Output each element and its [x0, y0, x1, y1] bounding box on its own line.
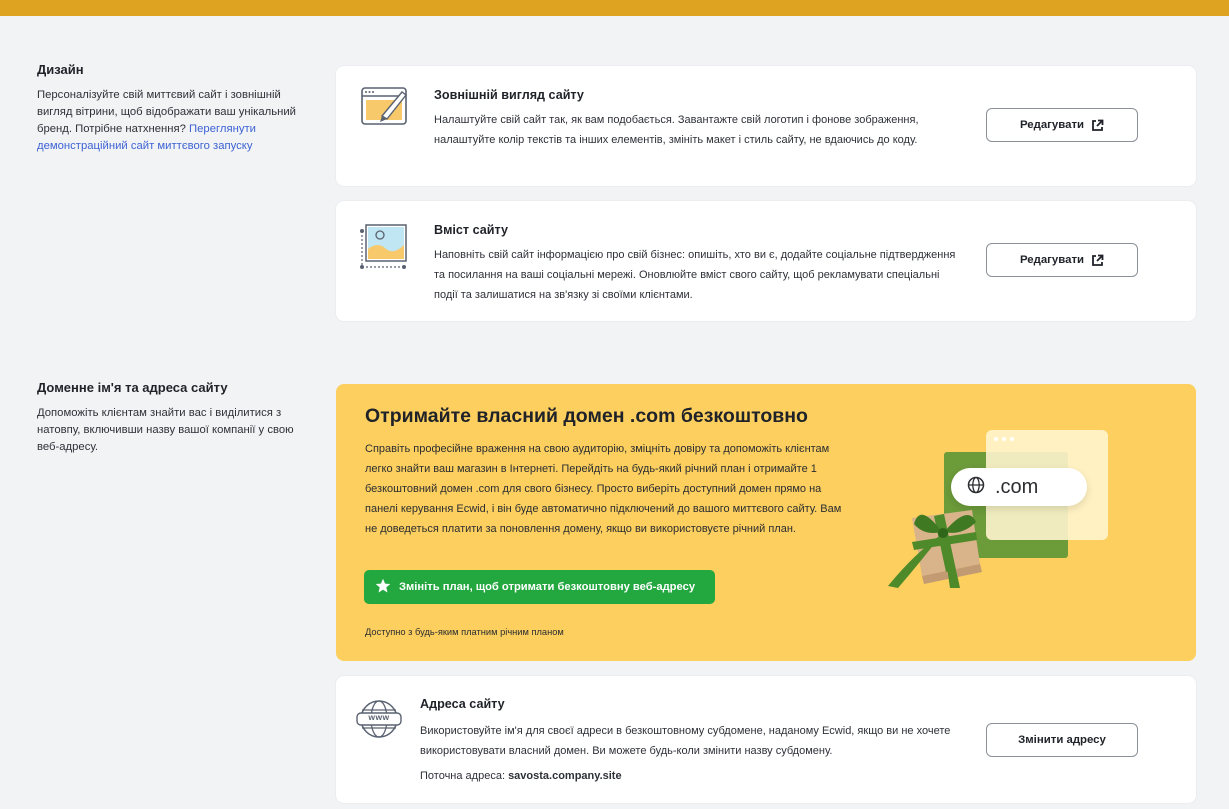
gift-box-icon [884, 492, 994, 597]
domain-section-description: Допоможіть клієнтам знайти вас і виділит… [37, 407, 294, 453]
edit-content-button[interactable]: Редагувати [986, 243, 1138, 277]
design-section-description: Персоналізуйте свій миттєвий сайт і зовн… [37, 87, 312, 155]
change-address-button[interactable]: Змінити адресу [986, 723, 1138, 757]
button-label: Редагувати [1019, 254, 1085, 266]
design-section-title: Дизайн [37, 62, 84, 77]
free-domain-promo: Отримайте власний домен .com безкоштовно… [336, 384, 1196, 661]
button-label: Змініть план, щоб отримати безкоштовну в… [399, 581, 696, 593]
star-icon [375, 578, 391, 597]
image-frame-icon [360, 221, 410, 274]
current-address-label: Поточна адреса: [420, 770, 505, 782]
site-address-card: www Адреса сайту Використовуйте ім'я для… [336, 676, 1196, 803]
edit-appearance-button[interactable]: Редагувати [986, 108, 1138, 142]
design-description-text: Персоналізуйте свій миттєвий сайт і зовн… [37, 89, 296, 135]
promo-title: Отримайте власний домен .com безкоштовно [365, 405, 808, 427]
card-title: Адреса сайту [420, 697, 505, 711]
site-content-card: Вміст сайту Наповніть свій сайт інформац… [336, 201, 1196, 321]
browser-brush-icon [360, 84, 412, 133]
promo-description: Справіть професійне враження на свою ауд… [365, 443, 842, 535]
domain-pill-text: .com [995, 475, 1039, 498]
current-address-value: savosta.company.site [508, 770, 622, 782]
button-label: Змінити адресу [1018, 734, 1106, 746]
external-link-icon [1091, 254, 1104, 267]
card-description: Використовуйте ім'я для своєї адреси в б… [420, 725, 951, 757]
top-accent-bar [0, 0, 1229, 16]
upgrade-plan-button[interactable]: Змініть план, щоб отримати безкоштовну в… [364, 570, 715, 604]
domain-section-title: Доменне ім'я та адреса сайту [37, 380, 228, 395]
www-icon-label: www [368, 712, 390, 722]
current-address: Поточна адреса: savosta.company.site [420, 766, 960, 786]
site-appearance-card: Зовнішній вигляд сайту Налаштуйте свій с… [336, 66, 1196, 186]
external-link-icon [1091, 119, 1104, 132]
card-description: Налаштуйте свій сайт так, як вам подобає… [434, 114, 919, 146]
www-globe-icon: www [356, 698, 402, 745]
card-description: Наповніть свій сайт інформацією про свій… [434, 249, 956, 301]
button-label: Редагувати [1019, 119, 1085, 131]
promo-note: Доступно з будь-яким платним річним план… [365, 627, 564, 637]
card-title: Зовнішній вигляд сайту [434, 88, 584, 102]
domain-illustration: .com [876, 422, 1116, 592]
card-title: Вміст сайту [434, 223, 508, 237]
